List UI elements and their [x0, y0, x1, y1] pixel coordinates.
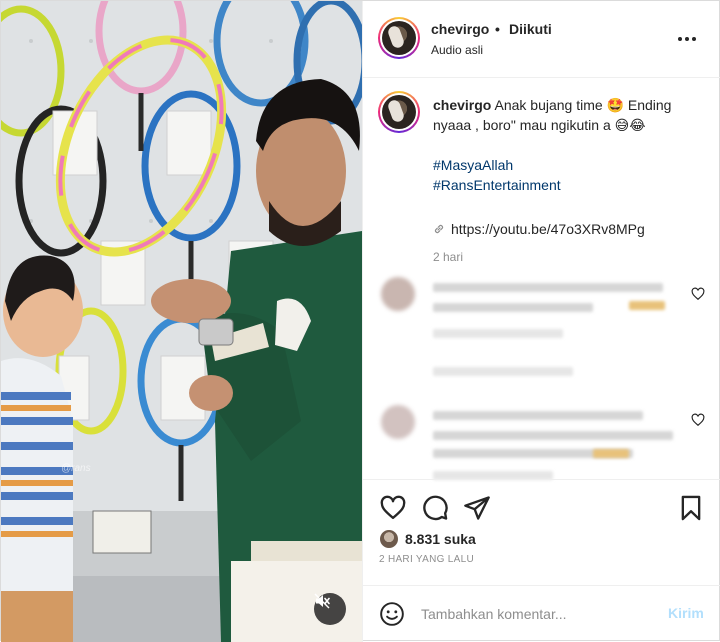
add-comment-bar: Kirim	[363, 585, 720, 642]
likes-count[interactable]: 8.831 suka	[405, 531, 476, 547]
heart-icon[interactable]	[379, 494, 407, 522]
liker-avatar	[379, 529, 399, 549]
caption-author-avatar[interactable]	[378, 91, 420, 133]
hashtag-link[interactable]: #RansEntertainment	[433, 175, 703, 195]
follow-status-button[interactable]: Diikuti	[509, 21, 552, 37]
audio-label[interactable]: Audio asli	[431, 43, 483, 57]
commenter-avatar[interactable]	[381, 405, 415, 439]
post-date: 2 HARI YANG LALU	[379, 554, 475, 565]
post-side-panel: chevirgo • Diikuti Audio asli chevirgo A…	[362, 1, 720, 642]
video-watermark: @rans	[61, 463, 91, 474]
more-horizontal-icon[interactable]	[675, 27, 699, 51]
post-dialog: @rans chevirgo • Diikuti Audio asli chev…	[0, 0, 720, 642]
caption-username[interactable]: chevirgo	[433, 97, 491, 113]
header-separator: •	[495, 21, 500, 37]
comment-like-icon[interactable]	[691, 287, 705, 301]
caption-timestamp: 2 hari	[433, 250, 464, 264]
bookmark-icon[interactable]	[677, 494, 705, 522]
link-icon	[434, 224, 444, 234]
post-comment-button[interactable]: Kirim	[668, 605, 704, 621]
author-avatar[interactable]	[378, 17, 420, 59]
video-frame-illustration	[1, 1, 362, 642]
caption-body: chevirgo Anak bujang time 🤩 Ending nyaaa…	[433, 95, 703, 267]
comment-icon[interactable]	[421, 494, 449, 522]
comment-input[interactable]	[421, 602, 641, 626]
likes-summary[interactable]: 8.831 suka	[379, 529, 476, 549]
author-username[interactable]: chevirgo	[431, 21, 489, 37]
youtube-link-text[interactable]: https://youtu.be/47o3XRv8MPg	[451, 219, 645, 239]
mute-button[interactable]	[314, 593, 346, 625]
post-actions: 8.831 suka 2 HARI YANG LALU	[363, 479, 720, 579]
emoji-icon[interactable]	[379, 601, 405, 627]
send-icon[interactable]	[463, 494, 491, 522]
commenter-avatar[interactable]	[381, 277, 415, 311]
post-header: chevirgo • Diikuti Audio asli	[363, 1, 720, 78]
speaker-muted-icon	[314, 593, 330, 609]
hashtag-link[interactable]: #MasyaAllah	[433, 155, 703, 175]
youtube-link[interactable]: https://youtu.be/47o3XRv8MPg	[433, 219, 703, 239]
comment-like-icon[interactable]	[691, 413, 705, 427]
post-video[interactable]: @rans	[1, 1, 362, 642]
